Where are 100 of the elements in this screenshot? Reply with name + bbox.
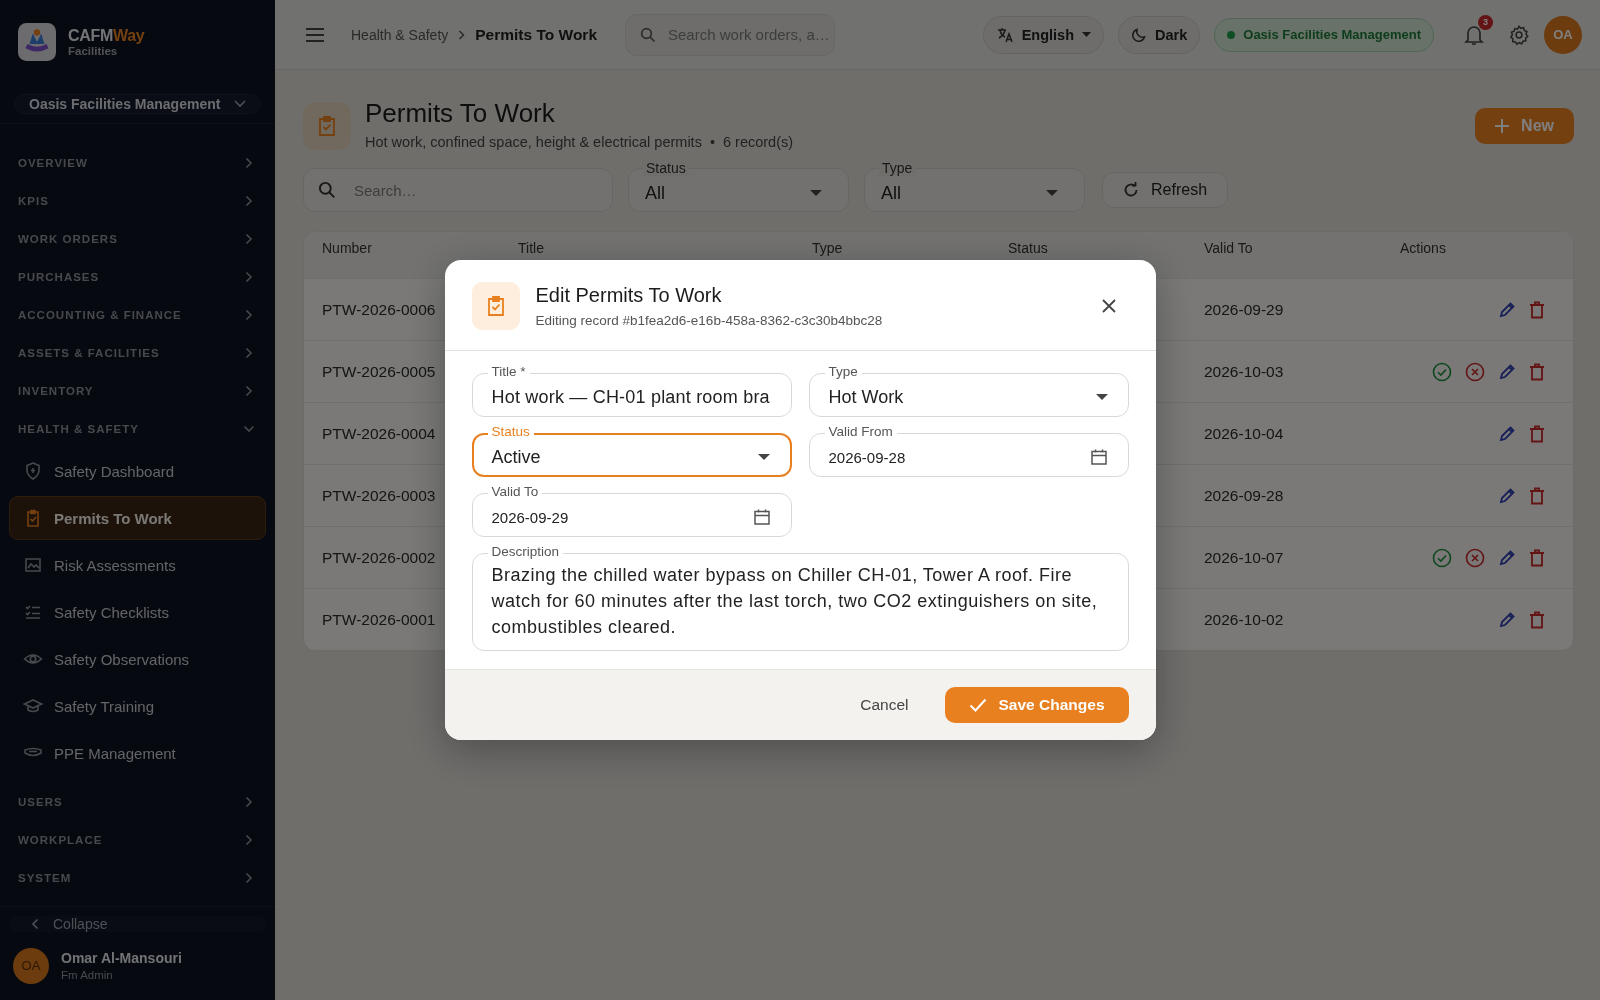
chevron-icon (243, 424, 255, 433)
dialog-subtitle: Editing record #b1fea2d6-e16b-458a-8362-c3c30b4bbc28 (535, 313, 883, 328)
edit-icon[interactable] (1498, 610, 1516, 629)
delete-icon[interactable] (1529, 548, 1545, 567)
cancel-button[interactable]: Cancel (854, 695, 915, 715)
collapse-button[interactable]: Collapse (9, 916, 266, 932)
nav-item[interactable]: Safety Observations (9, 637, 266, 681)
nav-section[interactable]: SYSTEM (0, 858, 275, 897)
clipboard-check-icon (471, 282, 520, 330)
table-cell: PTW-2026-0003 (322, 486, 436, 505)
moon-icon (1131, 26, 1147, 43)
user-avatar[interactable]: OA (1544, 15, 1582, 54)
page-subtitle: Hot work, confined space, height & electrical permits (365, 134, 702, 150)
organization-badge: Oasis Facilities Management (1214, 17, 1434, 52)
nav-section[interactable]: WORKPLACE (0, 820, 275, 859)
breadcrumb-current: Permits To Work (475, 25, 597, 44)
nav-section[interactable]: HEALTH & SAFETY (0, 409, 275, 448)
check-icon (968, 698, 987, 712)
column-header: Type (812, 240, 844, 256)
reject-icon[interactable] (1465, 547, 1485, 568)
settings-icon[interactable] (1508, 23, 1530, 46)
edit-icon[interactable] (1498, 300, 1516, 319)
refresh-button[interactable]: Refresh (1102, 172, 1229, 208)
menu-icon[interactable] (305, 26, 325, 43)
status-dot-icon (1227, 30, 1236, 39)
chevron-icon (245, 384, 253, 397)
column-header: Valid To (1204, 240, 1254, 256)
search-icon (318, 181, 336, 199)
record-count: 6 record(s) (722, 134, 794, 150)
chevron-down-icon (234, 100, 246, 108)
nav-icon (23, 602, 43, 622)
table-cell: 2026-10-04 (1204, 424, 1284, 443)
nav-item[interactable]: Safety Training (9, 684, 266, 728)
nav-item[interactable]: Permits To Work (9, 496, 266, 540)
breadcrumb-link[interactable]: Health & Safety (351, 26, 449, 43)
theme-button[interactable]: Dark (1118, 15, 1201, 54)
chevron-icon (245, 346, 253, 359)
nav-item[interactable]: PPE Management (9, 731, 266, 775)
nav-item[interactable]: Risk Assessments (9, 543, 266, 587)
nav-section[interactable]: ASSETS & FACILITIES (0, 333, 275, 372)
dialog-title: Edit Permits To Work (535, 284, 723, 307)
delete-icon[interactable] (1529, 610, 1545, 629)
table-cell: PTW-2026-0004 (322, 424, 436, 443)
language-button[interactable]: English (982, 15, 1104, 54)
chevron-icon (245, 871, 253, 884)
caret-icon (810, 190, 822, 196)
table-cell: PTW-2026-0005 (322, 362, 436, 381)
column-header: Number (322, 240, 373, 256)
table-cell: 2026-09-28 (1204, 486, 1284, 505)
new-button[interactable]: New (1475, 108, 1574, 144)
organization-selector[interactable]: Oasis Facilities Management (14, 94, 261, 115)
column-header: Status (1008, 240, 1049, 256)
nav-section[interactable]: INVENTORY (0, 371, 275, 410)
approve-icon[interactable] (1432, 361, 1452, 382)
delete-icon[interactable] (1529, 300, 1545, 319)
reject-icon[interactable] (1465, 361, 1485, 382)
save-button[interactable]: Save Changes (944, 687, 1129, 723)
chevron-icon (245, 308, 253, 321)
nav-section[interactable]: KPIS (0, 181, 275, 220)
chevron-right-icon (458, 29, 466, 40)
chevron-icon (245, 156, 253, 169)
chevron-icon (245, 194, 253, 207)
close-icon[interactable] (1100, 298, 1117, 314)
page-title: Permits To Work (365, 98, 556, 129)
brand-subtitle: Facilities (68, 45, 119, 57)
nav-item[interactable]: Safety Checklists (9, 590, 266, 634)
approve-icon[interactable] (1432, 547, 1452, 568)
nav-section[interactable]: OVERVIEW (0, 143, 275, 182)
chevron-left-icon (31, 918, 39, 930)
nav-item[interactable]: Safety Dashboard (9, 449, 266, 493)
nav-section[interactable]: PURCHASES (0, 257, 275, 296)
column-header: Title (518, 240, 545, 256)
nav-section[interactable]: WORK ORDERS (0, 219, 275, 258)
edit-icon[interactable] (1498, 424, 1516, 443)
delete-icon[interactable] (1529, 362, 1545, 381)
chevron-icon (245, 232, 253, 245)
nav-icon (23, 555, 43, 575)
edit-icon[interactable] (1498, 486, 1516, 505)
caret-icon (1046, 190, 1058, 196)
user-role: Fm Admin (61, 969, 114, 982)
delete-icon[interactable] (1529, 424, 1545, 443)
brand-name: CAFMWay (68, 27, 145, 45)
edit-icon[interactable] (1498, 362, 1516, 381)
user-avatar: OA (13, 948, 49, 984)
nav-section[interactable]: ACCOUNTING & FINANCE (0, 295, 275, 334)
chevron-icon (245, 270, 253, 283)
translate-icon (995, 25, 1014, 44)
table-cell: 2026-10-02 (1204, 610, 1284, 629)
caret-icon (757, 454, 770, 460)
calendar-icon (752, 508, 771, 526)
table-cell: 2026-10-03 (1204, 362, 1284, 381)
nav-icon (23, 461, 43, 481)
bell-icon[interactable] (1464, 23, 1484, 46)
delete-icon[interactable] (1529, 486, 1545, 505)
separator-dot: • (709, 134, 715, 150)
nav-section[interactable]: USERS (0, 782, 275, 821)
edit-icon[interactable] (1498, 548, 1516, 567)
notification-count: 3 (1478, 14, 1493, 30)
chevron-icon (245, 795, 253, 808)
table-cell: 2026-10-07 (1204, 548, 1284, 567)
